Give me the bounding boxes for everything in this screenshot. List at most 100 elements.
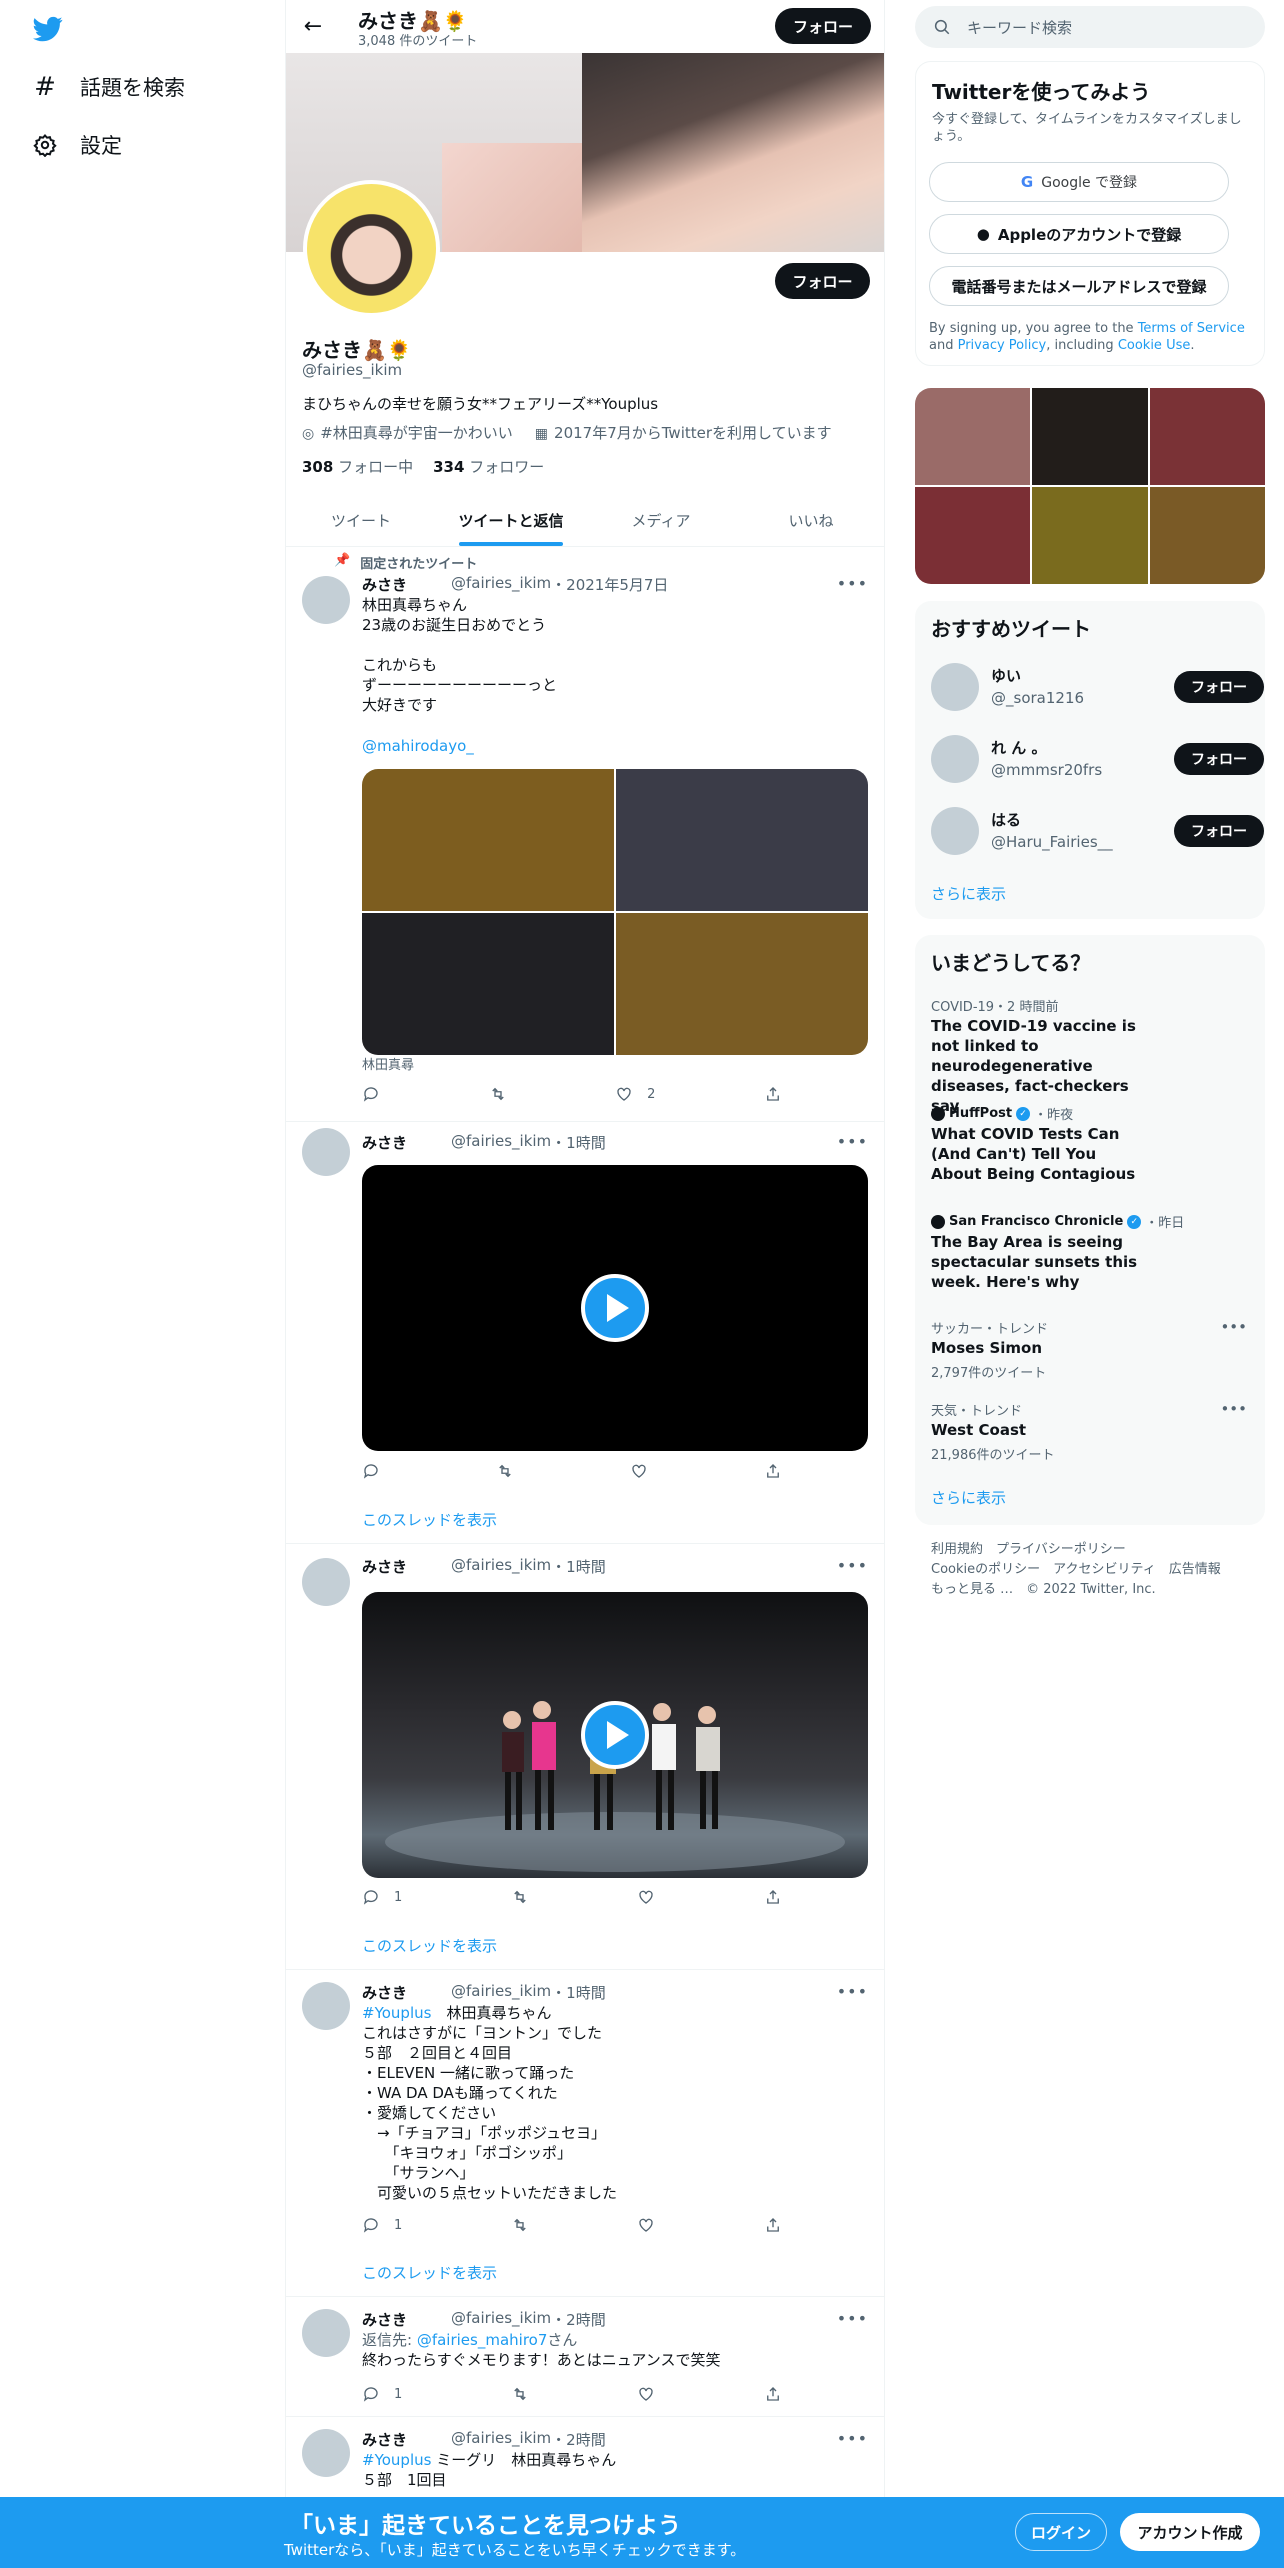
tweet-time[interactable]: ・1時間 bbox=[551, 1982, 606, 2003]
more-icon[interactable]: ••• bbox=[1220, 1318, 1247, 1336]
more-icon[interactable]: ••• bbox=[837, 574, 868, 593]
more-icon[interactable]: ••• bbox=[837, 1132, 868, 1151]
recommend-user[interactable]: ゆい @_sora1216 フォロー bbox=[931, 659, 1264, 715]
trend-title[interactable]: The COVID-19 vaccine is not linked to ne… bbox=[931, 1016, 1151, 1116]
photo-thumbnail[interactable] bbox=[1149, 487, 1265, 584]
hashtag-link[interactable]: #Youplus bbox=[362, 2004, 431, 2022]
following-link[interactable]: 308 フォロー中 bbox=[302, 456, 413, 477]
reply-button[interactable] bbox=[362, 1085, 380, 1103]
tweet-author-handle[interactable]: @fairies_ikim bbox=[451, 1556, 551, 1577]
tweet-author-name[interactable]: みさき bbox=[362, 1132, 407, 1153]
recommend-user[interactable]: はる @Haru_Fairies__ フォロー bbox=[931, 803, 1264, 859]
reply-button[interactable] bbox=[362, 1462, 380, 1480]
tweet-time[interactable]: ・2時間 bbox=[551, 2309, 606, 2330]
avatar[interactable] bbox=[931, 807, 979, 855]
tweet-mention[interactable]: @mahirodayo_ bbox=[362, 736, 474, 756]
avatar[interactable] bbox=[931, 663, 979, 711]
show-thread-link[interactable]: このスレッドを表示 bbox=[362, 1935, 497, 1956]
avatar[interactable] bbox=[302, 1128, 350, 1176]
tweet-author-handle[interactable]: @fairies_ikim bbox=[451, 2429, 551, 2450]
tweet-video-2[interactable]: みさき @fairies_ikim ・1時間 ••• 1 このスレッドを表示 bbox=[286, 1544, 884, 1970]
trends-more-link[interactable]: さらに表示 bbox=[931, 1487, 1006, 1508]
followers-link[interactable]: 334 フォロワー bbox=[433, 456, 544, 477]
avatar[interactable] bbox=[931, 735, 979, 783]
share-button[interactable] bbox=[764, 1462, 782, 1480]
show-thread-link[interactable]: このスレッドを表示 bbox=[362, 1509, 497, 1530]
photo-thumbnail[interactable] bbox=[1032, 388, 1148, 485]
terms-link[interactable]: Terms of Service bbox=[1138, 321, 1245, 336]
twitter-logo-icon[interactable] bbox=[30, 14, 66, 44]
photo-thumbnail[interactable] bbox=[1149, 388, 1265, 485]
nav-explore[interactable]: # 話題を検索 bbox=[32, 72, 185, 102]
login-button[interactable]: ログイン bbox=[1015, 2513, 1107, 2551]
share-button[interactable] bbox=[764, 1888, 782, 1906]
trend-title[interactable]: What COVID Tests Can (And Can't) Tell Yo… bbox=[931, 1124, 1151, 1184]
tweet-time[interactable]: ・2時間 bbox=[551, 2429, 606, 2450]
google-signup-button[interactable]: G Google で登録 bbox=[929, 162, 1229, 202]
like-button[interactable]: 2 bbox=[615, 1085, 655, 1103]
reply-button[interactable]: 1 bbox=[362, 2216, 402, 2234]
profile-follow-button[interactable]: フォロー bbox=[775, 263, 870, 299]
photo-thumbnail[interactable] bbox=[1032, 487, 1148, 584]
retweet-button[interactable] bbox=[511, 2385, 529, 2403]
share-button[interactable] bbox=[764, 1085, 782, 1103]
more-icon[interactable]: ••• bbox=[837, 2429, 868, 2448]
reply-button[interactable]: 1 bbox=[362, 1888, 402, 1906]
like-button[interactable] bbox=[630, 1462, 648, 1480]
header-follow-button[interactable]: フォロー bbox=[775, 8, 871, 44]
trend-title[interactable]: Moses Simon bbox=[931, 1338, 1151, 1358]
media-image-2[interactable] bbox=[616, 769, 868, 911]
more-icon[interactable]: ••• bbox=[837, 2309, 868, 2328]
like-button[interactable] bbox=[637, 1888, 655, 1906]
like-button[interactable] bbox=[637, 2385, 655, 2403]
footer-line-1[interactable]: 利用規約 プライバシーポリシー bbox=[931, 1540, 1221, 1560]
follow-button[interactable]: フォロー bbox=[1174, 671, 1264, 703]
retweet-button[interactable] bbox=[511, 2216, 529, 2234]
retweet-button[interactable] bbox=[496, 1462, 514, 1480]
play-icon[interactable] bbox=[581, 1701, 649, 1769]
trend-title[interactable]: The Bay Area is seeing spectacular sunse… bbox=[931, 1232, 1151, 1292]
retweet-button[interactable] bbox=[511, 1888, 529, 1906]
tweet-author-name[interactable]: みさき bbox=[362, 2429, 407, 2450]
share-button[interactable] bbox=[764, 2216, 782, 2234]
more-icon[interactable]: ••• bbox=[1220, 1400, 1247, 1418]
avatar[interactable] bbox=[302, 1982, 350, 2030]
avatar[interactable] bbox=[302, 1558, 350, 1606]
recommend-more-link[interactable]: さらに表示 bbox=[931, 883, 1006, 904]
more-icon[interactable]: ••• bbox=[837, 1982, 868, 2001]
tweet-reply[interactable]: みさき @fairies_ikim ・2時間 ••• 返信先: @fairies… bbox=[286, 2297, 884, 2417]
photo-thumbnail[interactable] bbox=[915, 487, 1031, 584]
privacy-link[interactable]: Privacy Policy bbox=[958, 338, 1047, 353]
tweet-author-handle[interactable]: @fairies_ikim bbox=[451, 2309, 551, 2330]
tweet-time[interactable]: ・1時間 bbox=[551, 1556, 606, 1577]
create-account-button[interactable]: アカウント作成 bbox=[1120, 2513, 1260, 2551]
tweet-author-name[interactable]: みさき bbox=[362, 2309, 407, 2330]
more-icon[interactable]: ••• bbox=[837, 1556, 868, 1575]
tab-media[interactable]: メディア bbox=[586, 494, 736, 546]
tweet-video[interactable] bbox=[362, 1592, 868, 1878]
media-image-1[interactable] bbox=[362, 769, 614, 911]
tab-tweets[interactable]: ツイート bbox=[286, 494, 436, 546]
footer-line-3[interactable]: もっと見る … © 2022 Twitter, Inc. bbox=[931, 1580, 1221, 1600]
like-button[interactable] bbox=[637, 2216, 655, 2234]
tweet-pinned[interactable]: 📌 固定されたツイート みさき @fairies_ikim ・2021年5月7日 … bbox=[286, 548, 884, 1122]
tab-tweets-and-replies[interactable]: ツイートと返信 bbox=[436, 494, 586, 546]
tweet-video[interactable] bbox=[362, 1165, 868, 1451]
reply-button[interactable]: 1 bbox=[362, 2385, 402, 2403]
play-icon[interactable] bbox=[581, 1274, 649, 1342]
photo-thumbnail[interactable] bbox=[915, 388, 1031, 485]
profile-avatar[interactable] bbox=[303, 180, 440, 317]
tweet-time[interactable]: ・2021年5月7日 bbox=[551, 574, 668, 595]
follow-button[interactable]: フォロー bbox=[1174, 815, 1264, 847]
hashtag-link[interactable]: #Youplus bbox=[362, 2451, 431, 2469]
avatar[interactable] bbox=[302, 2309, 350, 2357]
avatar[interactable] bbox=[302, 576, 350, 624]
tweet-text-1[interactable]: みさき @fairies_ikim ・1時間 ••• #Youplus 林田真尋… bbox=[286, 1970, 884, 2297]
recommend-user[interactable]: れ ん 。 @mmmsr20frs フォロー bbox=[931, 731, 1264, 787]
nav-settings[interactable]: 設定 bbox=[32, 130, 122, 160]
tab-likes[interactable]: いいね bbox=[736, 494, 884, 546]
search-box[interactable]: キーワード検索 bbox=[915, 6, 1265, 48]
footer-line-2[interactable]: Cookieのポリシー アクセシビリティ 広告情報 bbox=[931, 1560, 1221, 1580]
reply-to-link[interactable]: @fairies_mahiro7 bbox=[417, 2331, 548, 2349]
tweet-author-handle[interactable]: @fairies_ikim bbox=[451, 1982, 551, 2003]
